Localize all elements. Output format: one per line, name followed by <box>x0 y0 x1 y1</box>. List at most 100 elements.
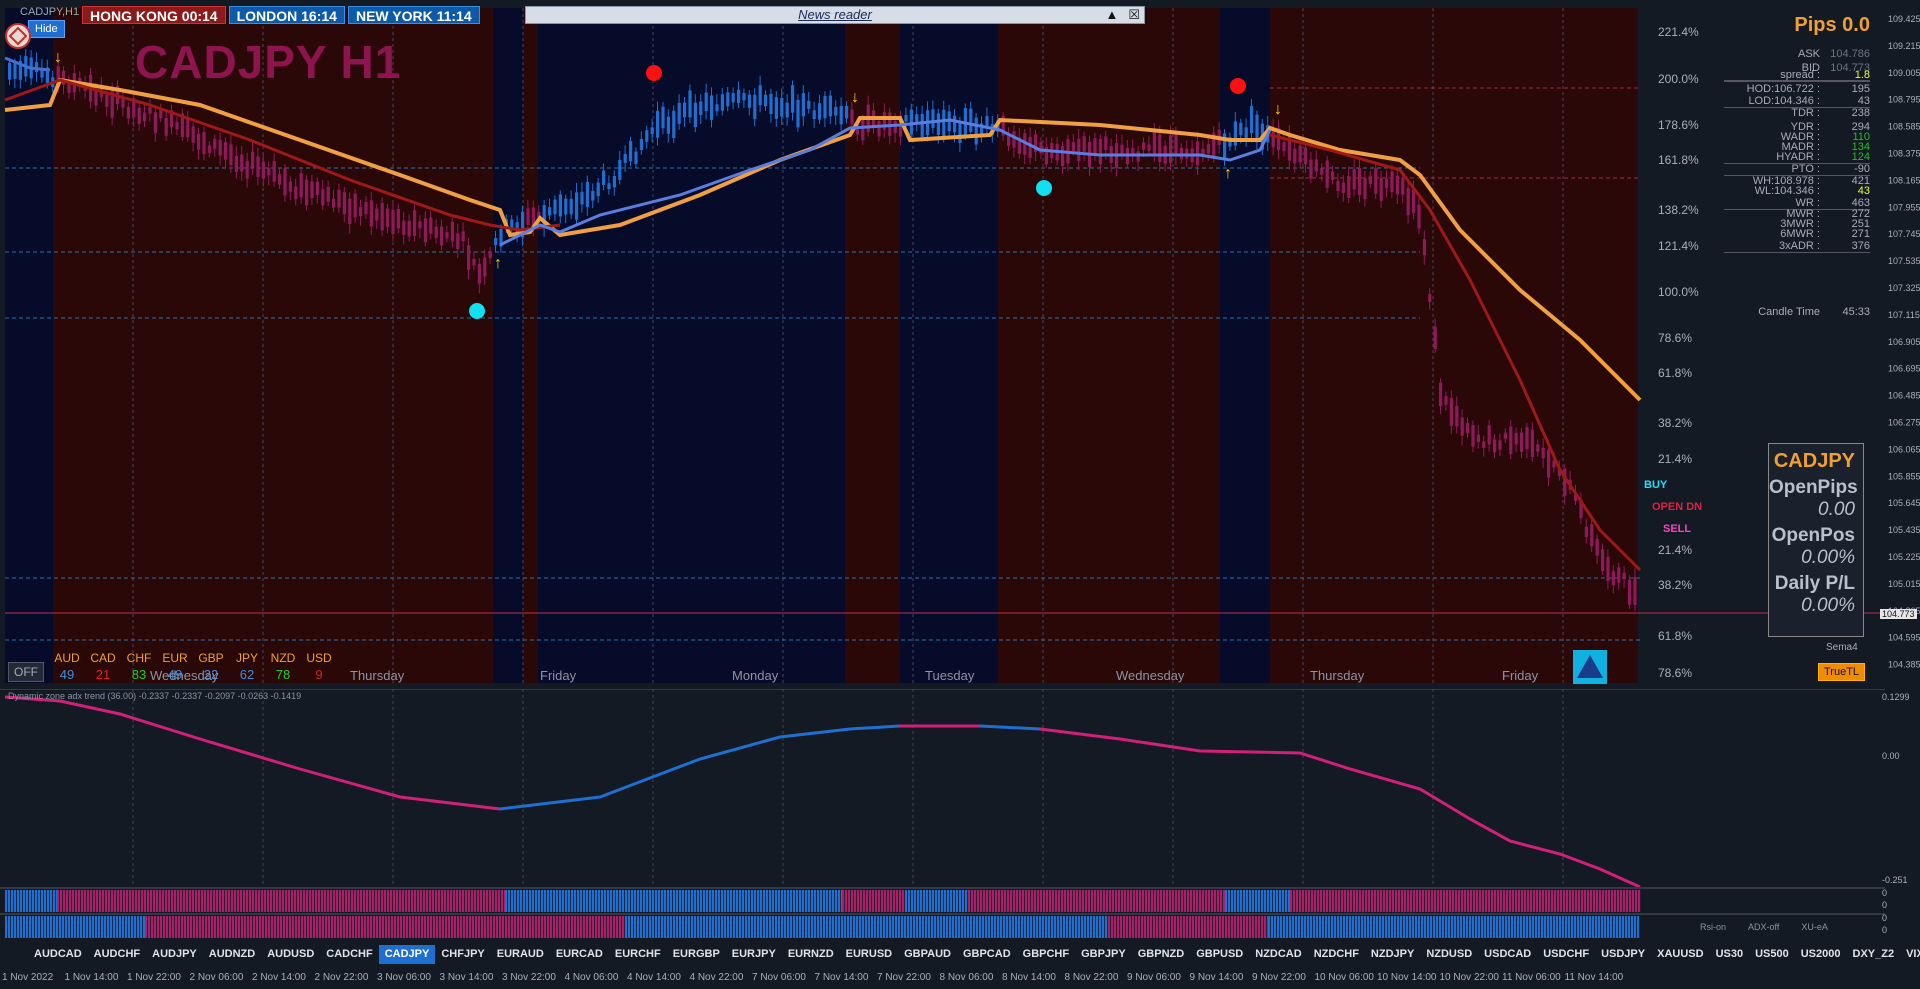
time-tick-label: 9 Nov 22:00 <box>1252 972 1306 983</box>
symbol-tab-eurusd[interactable]: EURUSD <box>840 945 898 964</box>
time-tick-label: 7 Nov 22:00 <box>877 972 931 983</box>
rsi-toggle[interactable]: Rsi-on <box>1700 922 1726 932</box>
open-pos-label: OpenPos <box>1771 525 1855 546</box>
symbol-tab-eurnzd[interactable]: EURNZD <box>782 945 840 964</box>
collapse-up-icon[interactable]: ▲ <box>1105 7 1118 23</box>
day-label: Thursday <box>350 668 405 683</box>
symbol-tab-us2000[interactable]: US2000 <box>1795 945 1847 964</box>
fib-level-label: 121.4% <box>1658 239 1699 253</box>
symbol-tab-usdjpy[interactable]: USDJPY <box>1595 945 1651 964</box>
adx-toggle[interactable]: ADX-off <box>1748 922 1779 932</box>
currency-strength-value: 21 <box>95 667 111 682</box>
symbol-tab-audcad[interactable]: AUDCAD <box>28 945 88 964</box>
time-tick-label: 3 Nov 14:00 <box>439 972 494 983</box>
hide-button[interactable]: Hide <box>28 20 65 38</box>
symbol-tab-nzdcad[interactable]: NZDCAD <box>1249 945 1307 964</box>
symbol-tab-us500[interactable]: US500 <box>1749 945 1795 964</box>
indicator-axis-zero: 0.00 <box>1882 751 1900 761</box>
symbol-tab-usdcad[interactable]: USDCAD <box>1478 945 1537 964</box>
price-axis-label: 105.645 <box>1888 498 1920 508</box>
brand-triangle-icon <box>1573 650 1607 684</box>
symbol-tab-xauusd[interactable]: XAUUSD <box>1651 945 1709 964</box>
symbol-tab-audusd[interactable]: AUDUSD <box>261 945 320 964</box>
svg-text:↓: ↓ <box>1274 101 1282 118</box>
fib-level-label: 78.6% <box>1658 331 1692 345</box>
symbol-tab-dxy_z2[interactable]: DXY_Z2 <box>1847 945 1901 964</box>
indicator-chart[interactable]: 0.1299 0.00 -0.251 <box>0 689 1920 887</box>
price-axis-label: 109.215 <box>1888 41 1920 51</box>
symbol-tab-audnzd[interactable]: AUDNZD <box>203 945 261 964</box>
time-tick-label: 10 Nov 22:00 <box>1439 972 1500 983</box>
symbol-tab-chfjpy[interactable]: CHFJPY <box>435 945 490 964</box>
symbol-tab-gbpcad[interactable]: GBPCAD <box>957 945 1017 964</box>
day-label: Monday <box>732 668 779 683</box>
symbol-tab-audchf[interactable]: AUDCHF <box>88 945 146 964</box>
symbol-tab-eurcad[interactable]: EURCAD <box>550 945 609 964</box>
open-pos-value: 0.00% <box>1801 547 1855 568</box>
symbol-tab-cadjpy[interactable]: CADJPY <box>378 945 436 964</box>
symbol-tab-usdchf[interactable]: USDCHF <box>1537 945 1595 964</box>
daily-pl-label: Daily P/L <box>1774 573 1855 594</box>
symbol-tab-gbpnzd[interactable]: GBPNZD <box>1132 945 1190 964</box>
candle-time-value: 45:33 <box>1842 306 1870 318</box>
indicator-axis-top: 0.1299 <box>1882 692 1910 702</box>
time-tick-label: 3 Nov 06:00 <box>377 972 431 983</box>
time-tick-label: 4 Nov 06:00 <box>564 972 619 983</box>
symbol-tab-eurgbp[interactable]: EURGBP <box>667 945 726 964</box>
info-row-key: TDR : <box>1791 107 1820 119</box>
news-reader-title[interactable]: News reader <box>798 7 872 22</box>
fib-level-label: 38.2% <box>1658 578 1692 592</box>
fib-level-label: 100.0% <box>1658 285 1699 299</box>
clock-new-york: NEW YORK 11:14 <box>347 6 480 24</box>
time-tick-label: 2 Nov 06:00 <box>189 972 244 983</box>
time-tick-label: 7 Nov 06:00 <box>752 972 806 983</box>
price-axis-label: 107.325 <box>1888 283 1920 293</box>
symbol-tab-us30[interactable]: US30 <box>1710 945 1750 964</box>
news-reader-bar[interactable]: News reader ▲ ☒ <box>525 6 1145 24</box>
currency-name: EUR <box>162 651 188 665</box>
price-axis-label: 104.595 <box>1888 633 1920 643</box>
clock-hong-kong: HONG KONG 00:14 <box>82 6 226 24</box>
symbol-tab-gbpchf[interactable]: GBPCHF <box>1017 945 1075 964</box>
fib-level-label: 78.6% <box>1658 666 1692 680</box>
symbol-tab-eurjpy[interactable]: EURJPY <box>726 945 782 964</box>
fib-level-label: 38.2% <box>1658 416 1692 430</box>
indicator-axis-bottom: -0.251 <box>1882 875 1908 885</box>
day-label: Wednesday <box>1116 668 1185 683</box>
info-row: TDR : 238 <box>1724 107 1870 120</box>
time-tick-label: 8 Nov 22:00 <box>1064 972 1119 983</box>
xu-ea-toggle[interactable]: XU-eA <box>1801 922 1828 932</box>
currency-name: GBP <box>198 651 224 665</box>
symbol-tab-gbpjpy[interactable]: GBPJPY <box>1075 945 1132 964</box>
fib-level-label: 21.4% <box>1658 452 1692 466</box>
currency-name: NZD <box>270 651 296 665</box>
time-tick-label: 8 Nov 14:00 <box>1002 972 1056 983</box>
open-positions-box: CADJPY OpenPips 0.00 OpenPos 0.00% Daily… <box>1768 443 1864 637</box>
truetl-button[interactable]: TrueTL <box>1818 663 1866 681</box>
strength-off-button[interactable]: OFF <box>8 662 44 682</box>
symbol-tab-vix_x2[interactable]: VIX_X2 <box>1900 945 1920 964</box>
symbol-tab-gbpaud[interactable]: GBPAUD <box>898 945 957 964</box>
price-axis-label: 108.375 <box>1888 149 1920 159</box>
fib-level-label: 61.8% <box>1658 629 1692 643</box>
price-chart[interactable]: ↓ ↓ ↓ ↑ ↑ 109.425 109.215 109.005 108.795 10… <box>0 0 1920 688</box>
symbol-tab-cadchf[interactable]: CADCHF <box>320 945 378 964</box>
trend-strips: 0 0 0 0 <box>0 887 1920 942</box>
symbol-tab-nzdusd[interactable]: NZDUSD <box>1420 945 1478 964</box>
symbol-tab-euraud[interactable]: EURAUD <box>491 945 550 964</box>
symbol-tab-audjpy[interactable]: AUDJPY <box>146 945 203 964</box>
symbol-tab-eurchf[interactable]: EURCHF <box>609 945 667 964</box>
price-axis-label: 106.275 <box>1888 418 1920 428</box>
price-axis-label: 106.065 <box>1888 444 1920 454</box>
time-tick-label: 7 Nov 14:00 <box>814 972 869 983</box>
symbol-tab-nzdjpy[interactable]: NZDJPY <box>1365 945 1420 964</box>
svg-text:0: 0 <box>1882 925 1887 935</box>
candle-time-label: Candle Time <box>1758 306 1820 318</box>
symbol-tab-gbpusd[interactable]: GBPUSD <box>1190 945 1249 964</box>
fib-level-label: 221.4% <box>1658 25 1699 39</box>
currency-name: USD <box>306 651 332 665</box>
price-axis-label: 105.225 <box>1888 552 1920 562</box>
svg-text:0: 0 <box>1882 888 1887 898</box>
close-icon[interactable]: ☒ <box>1128 7 1140 23</box>
symbol-tab-nzdchf[interactable]: NZDCHF <box>1308 945 1365 964</box>
